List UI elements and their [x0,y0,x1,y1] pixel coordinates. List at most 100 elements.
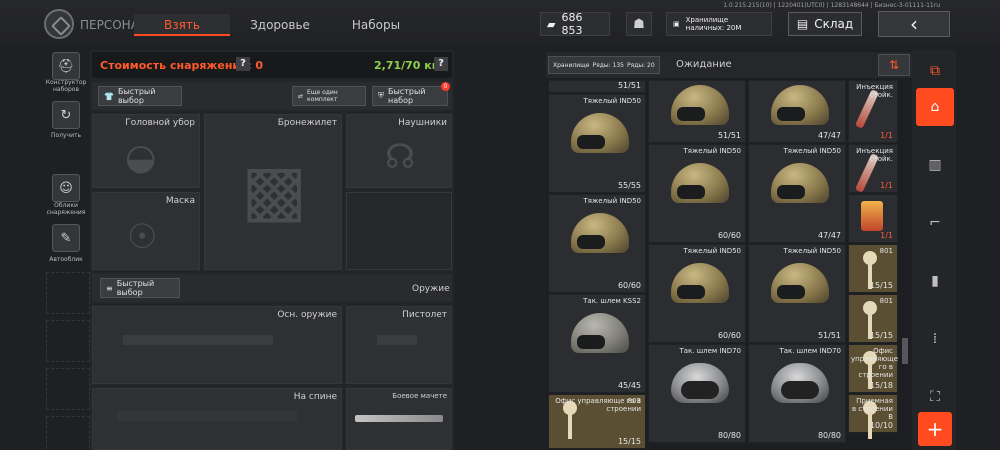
headgear-slot[interactable]: Головной убор ◒ [92,114,200,188]
long-weapon-silhouette-icon [117,411,297,421]
skin-icon: ☺ [59,180,73,196]
vest-slot[interactable]: Бронежилет ▩ [204,114,342,270]
helmet-icon [571,313,629,353]
rifle-silhouette-icon [123,335,273,345]
helmet-icon [671,263,729,303]
category-settings-button[interactable]: ⧉ [916,52,954,90]
warehouse-button[interactable]: ▤ Склад [788,12,862,36]
item-durability: 45/45 [617,381,641,390]
vest-icon: ▥ [928,157,942,173]
category-backpack-button[interactable]: ⛶ [916,378,954,416]
another-kit-label: Еще один комплект [307,89,338,103]
item-code: 801 [879,247,893,255]
item-durability: 60/60 [617,281,641,290]
inventory-item[interactable]: Офис управляюще го в строении 15/18 [848,344,898,393]
add-button[interactable]: + [918,412,952,446]
category-magazine-button[interactable]: ▮ [916,262,954,300]
weapon-quick-select-button[interactable]: ≡ Быстрый выбор [100,278,180,298]
auto-skin-label: Автооблик [49,256,83,263]
category-all-button[interactable]: ⌂ [916,88,954,126]
item-name: Инъекция стойк. [856,83,893,99]
item-name: Тяжелый IND50 [783,147,841,155]
skins-button[interactable]: ☺ [52,174,80,202]
another-kit-button[interactable]: ⇄ Еще один комплект [292,86,366,106]
helmet-silhouette-icon: ◒ [125,137,157,178]
helmet-icon [671,85,729,125]
inventory-item[interactable]: Так. шлем IND70 80/80 [648,344,746,443]
back-slot[interactable]: На спине [92,388,342,450]
headphones-slot[interactable]: Наушники ☊ [346,114,452,188]
empty-slot [46,368,90,410]
tab-health[interactable]: Здоровье [232,14,328,36]
inventory-item[interactable]: Тяжелый IND50 60/60 [648,244,746,343]
skins-label: Облики снаряжения [46,202,86,216]
inventory-item[interactable]: Приемная в строении B 10/10 [848,394,898,439]
quick-select-button[interactable]: 👕 Быстрый выбор [98,86,182,106]
trader-icon[interactable]: ☗ [626,12,652,36]
ammo-category-icon: ⁞ [932,331,938,347]
inventory-item[interactable]: Тяжелый IND50 47/47 [748,144,846,243]
cash-storage[interactable]: ▣ Хранилище наличных: 20M [666,12,772,36]
retrieve-label: Получить [50,132,82,139]
pistol-silhouette-icon [377,335,417,345]
auto-skin-button[interactable]: ✎ [52,224,80,252]
quick-kit-button[interactable]: ⛨ Быстрый набор [372,86,448,106]
inventory-item[interactable]: Так. шлем IND70 80/80 [748,344,846,443]
inventory-item[interactable]: Тяжелый IND50 51/51 [748,244,846,343]
category-vest-button[interactable]: ▥ [916,146,954,184]
item-durability: 15/15 [617,437,641,446]
money-icon: ▰ [547,17,556,31]
pending-tab[interactable]: Ожидание [676,59,732,70]
headgear-label: Головной убор [125,118,195,128]
tab-take[interactable]: Взять [134,14,230,36]
sort-button[interactable]: ⇅ [878,54,910,76]
machete-icon [355,415,443,422]
inventory-item[interactable]: 47/47 [748,80,846,143]
empty-slot [46,272,90,314]
item-durability: 55/55 [617,181,641,190]
back-slot-label: На спине [293,392,337,402]
mask-slot[interactable]: Маска ☉ [92,192,200,270]
inventory-item[interactable]: 51/51 [648,80,746,143]
inventory-item[interactable]: 51/51 [548,80,646,93]
inventory-grid: 51/51 Тяжелый IND50 55/55 Тяжелый IND50 60/6… [548,80,900,450]
home-icon: ⌂ [930,99,940,115]
inventory-item[interactable]: 801 15/15 [848,244,898,293]
storage-tab[interactable]: Хранилище Ряды: 135 Ряды: 20 [548,56,660,74]
category-rifle-button[interactable]: ⌐ [916,204,954,242]
inventory-scrollbar[interactable] [902,338,908,364]
pistol-slot[interactable]: Пистолет [346,306,452,384]
cost-help-icon[interactable]: ? [236,57,250,71]
weight-help-icon[interactable]: ? [434,57,448,71]
sort-icon: ⇅ [888,58,900,72]
primary-weapon-slot[interactable]: Осн. оружие [92,306,342,384]
inventory-item[interactable]: 801 15/15 [848,294,898,343]
helmet-icon [771,263,829,303]
back-button[interactable]: ‹ [878,11,950,37]
warehouse-icon: ▤ [796,17,809,31]
quick-kit-badge: 0 [441,82,450,91]
inventory-item[interactable]: Тяжелый IND50 55/55 [548,94,646,193]
category-ammo-button[interactable]: ⁞ [916,320,954,358]
item-name: Тяжелый IND50 [583,97,641,105]
item-name: Так. шлем IND70 [679,347,741,355]
vest-silhouette-icon: ▩ [241,149,308,231]
inventory-item[interactable]: Тяжелый IND50 60/60 [648,144,746,243]
item-code: 801 [879,297,893,305]
inventory-item[interactable]: 1/1 [848,194,898,243]
inventory-item[interactable]: Инъекция стойк. 1/1 [848,80,898,143]
item-name: Инъекция стойк. [856,147,893,163]
melee-slot[interactable]: Боевое мачете [346,388,452,450]
inventory-item[interactable]: Инъекция стойк. 1/1 [848,144,898,193]
version-info: 1.0.215.215(10) | 1220401(UTC0) | 128314… [723,2,940,9]
headphones-label: Наушники [398,118,447,128]
retrieve-button[interactable]: ↻ [52,101,80,129]
tab-kits[interactable]: Наборы [328,14,424,36]
shield-icon: ⛨ [378,91,384,100]
inventory-item[interactable]: Офис управляюще го в строении 803 15/15 [548,394,646,449]
item-durability: 80/80 [817,431,841,440]
inventory-item[interactable]: Тяжелый IND50 60/60 [548,194,646,293]
kit-builder-button[interactable]: ⛑ [52,52,80,80]
empty-slot [46,320,90,362]
inventory-item[interactable]: Так. шлем KSS2 45/45 [548,294,646,393]
